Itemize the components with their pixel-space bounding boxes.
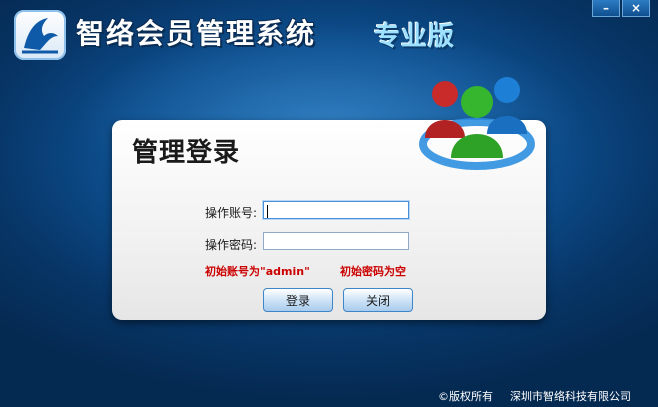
edition-label: 专业版 <box>374 22 456 52</box>
close-window-button[interactable]: × <box>622 0 650 17</box>
company-name: 深圳市智络科技有限公司 <box>510 390 631 403</box>
account-hint: 初始账号为"admin" <box>205 265 310 278</box>
app-logo <box>14 10 66 60</box>
login-title: 管理登录 <box>132 138 241 168</box>
window-controls: – × <box>592 0 650 17</box>
login-button[interactable]: 登录 <box>263 288 333 312</box>
app-title: 智络会员管理系统 <box>76 17 317 50</box>
text-caret <box>267 205 268 218</box>
password-input[interactable] <box>263 232 409 250</box>
close-button[interactable]: 关闭 <box>343 288 413 312</box>
account-input[interactable] <box>263 201 409 219</box>
copyright-text: ©版权所有 <box>438 390 493 403</box>
logo-swan-icon <box>22 18 58 54</box>
password-hint: 初始密码为空 <box>340 265 406 278</box>
password-label: 操作密码: <box>205 238 258 252</box>
minimize-button[interactable]: – <box>592 0 620 17</box>
account-label: 操作账号: <box>205 206 258 220</box>
users-group-icon <box>419 77 535 170</box>
